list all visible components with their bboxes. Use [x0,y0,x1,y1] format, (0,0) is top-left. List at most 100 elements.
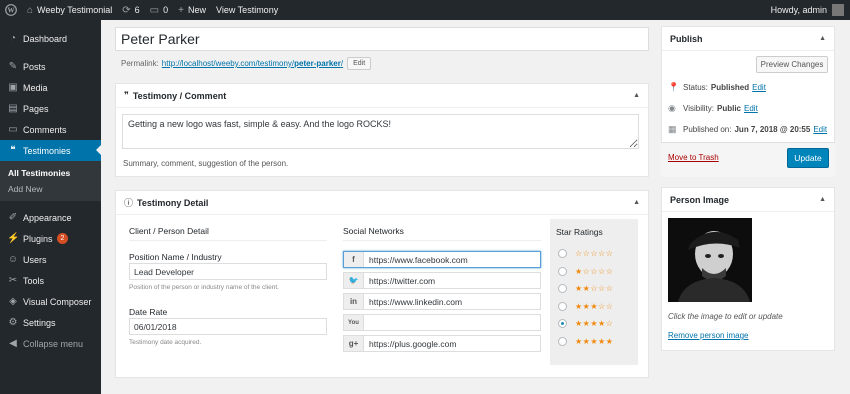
sidebar-item-testimonies[interactable]: ❝ Testimonies [0,140,101,161]
comments-icon: ▭ [8,124,18,135]
sidebar-item-plugins[interactable]: ⚡ Plugins 2 [0,228,101,249]
permalink-edit-button[interactable]: Edit [347,57,372,70]
star-rating-option[interactable]: ★★★★☆ [558,319,613,328]
sidebar-item-label: Dashboard [23,33,68,44]
updates-link[interactable]: ⟳ 6 [117,0,144,20]
sidebar-item-label: Tools [23,275,45,286]
stars-icon: ★★★★☆ [575,319,614,328]
star-ratings-heading: Star Ratings [556,227,603,237]
star-rating-radio[interactable] [558,266,567,276]
youtube-icon: You [344,315,364,330]
star-rating-radio[interactable] [558,301,567,311]
wrench-icon: ✂ [8,275,18,286]
googleplus-field[interactable]: g+ https://plus.google.com [343,335,541,352]
box-title: Person Image [670,194,730,205]
social-networks-heading: Social Networks [343,226,404,236]
settings-icon: ⚙ [8,317,18,328]
collapse-menu-button[interactable]: ◀ Collapse menu [0,333,101,354]
avatar [832,4,844,16]
facebook-value: https://www.facebook.com [369,255,468,265]
pin-icon: ✎ [8,61,18,72]
collapse-arrow-icon[interactable]: ▲ [819,35,826,42]
home-icon: ⌂ [27,4,34,16]
detail-box-header[interactable]: ⓘ Testimony Detail ▲ [116,191,648,215]
star-rating-option[interactable]: ★★★★★ [558,336,613,346]
site-name-link[interactable]: ⌂ Weeby Testimonial [22,0,117,20]
stars-icon: ☆☆☆☆☆ [575,249,614,258]
new-content-link[interactable]: + New [173,0,211,20]
star-rating-radio[interactable] [558,284,567,293]
eye-icon: ◉ [668,103,676,113]
collapse-arrow-icon[interactable]: ▲ [633,92,640,99]
star-rating-option[interactable]: ☆☆☆☆☆ [558,249,613,258]
permalink-link[interactable]: http://localhost/weeby.com/testimony/pet… [162,59,343,68]
remove-person-image-link[interactable]: Remove person image [668,331,748,340]
person-image-header[interactable]: Person Image ▲ [662,188,834,212]
account-menu[interactable]: Howdy, admin [766,0,850,20]
star-rating-option[interactable]: ★★☆☆☆ [558,284,613,293]
preview-changes-button[interactable]: Preview Changes [756,56,828,73]
position-label: Position Name / Industry [129,252,222,262]
sidebar-item-appearance[interactable]: ✐ Appearance [0,207,101,228]
sidebar-item-media[interactable]: ▣ Media [0,77,101,98]
submenu-add-new[interactable]: Add New [0,181,101,197]
collapse-arrow-icon[interactable]: ▲ [819,196,826,203]
position-input[interactable] [129,263,327,280]
collapse-arrow-icon[interactable]: ▲ [633,199,640,206]
publish-box-header[interactable]: Publish ▲ [662,27,834,51]
comments-link[interactable]: ▭ 0 [145,0,173,20]
googleplus-icon: g+ [344,336,364,351]
site-name: Weeby Testimonial [37,5,113,15]
divider [129,240,327,241]
plugin-icon: ⚡ [7,233,20,244]
visibility-edit-link[interactable]: Edit [744,104,758,113]
youtube-field[interactable]: You [343,314,541,331]
star-rating-radio[interactable] [558,249,567,258]
youtube-value [364,315,374,330]
greeting: Howdy, admin [770,5,827,15]
testimony-textarea[interactable] [122,114,639,149]
facebook-field[interactable]: f https://www.facebook.com [343,251,541,268]
star-rating-option[interactable]: ★☆☆☆☆ [558,266,613,276]
calendar-icon: ▦ [668,124,677,134]
testimonies-icon: ❝ [10,145,16,156]
star-rating-option[interactable]: ★★★☆☆ [558,301,613,311]
sidebar-item-label: Collapse menu [23,338,84,349]
sidebar-item-settings[interactable]: ⚙ Settings [0,312,101,333]
sidebar-item-posts[interactable]: ✎ Posts [0,56,101,77]
sidebar-item-tools[interactable]: ✂ Tools [0,270,101,291]
status-edit-link[interactable]: Edit [752,83,766,92]
visibility-value: Public [716,104,741,113]
person-photo[interactable] [668,218,752,302]
twitter-field[interactable]: 🐦 https://twitter.com [343,272,541,289]
linkedin-field[interactable]: in https://www.linkedin.com [343,293,541,310]
users-icon: ☺ [7,254,19,265]
sidebar-item-label: Visual Composer [23,296,92,307]
divider [343,240,541,241]
sidebar-item-pages[interactable]: ▤ Pages [0,98,101,119]
view-testimony-link[interactable]: View Testimony [211,0,283,20]
submenu-all-testimonies[interactable]: All Testimonies [0,165,101,181]
comments-icon: ❞ [124,90,129,100]
sidebar-item-users[interactable]: ☺ Users [0,249,101,270]
published-edit-link[interactable]: Edit [813,125,827,134]
published-label: Published on: [683,125,732,134]
date-input[interactable] [129,318,327,335]
testimony-box-header[interactable]: ❞ Testimony / Comment ▲ [116,84,648,108]
sidebar-item-dashboard[interactable]: ◔ Dashboard [0,28,101,49]
twitter-value: https://twitter.com [369,276,436,286]
star-rating-radio[interactable] [558,336,567,346]
post-title-input[interactable] [115,27,649,51]
testimonies-submenu: All Testimonies Add New [0,161,101,201]
star-rating-radio[interactable] [558,319,567,328]
sidebar-item-comments[interactable]: ▭ Comments [0,119,101,140]
update-button[interactable]: Update [787,148,829,168]
visibility-label: Visibility: [683,104,714,113]
move-to-trash-link[interactable]: Move to Trash [668,153,719,162]
sidebar-item-visual-composer[interactable]: ◈ Visual Composer [0,291,101,312]
admin-sidebar: ◔ Dashboard ✎ Posts ▣ Media ▤ Pages ▭ Comment… [0,20,101,394]
wordpress-logo-icon[interactable]: W [0,0,22,20]
permalink-row: Permalink: http://localhost/weeby.com/te… [121,57,372,70]
published-on-row: ▦ Published on: Jun 7, 2018 @ 20:55 Edit [668,124,827,135]
comments-count: 0 [163,5,169,15]
